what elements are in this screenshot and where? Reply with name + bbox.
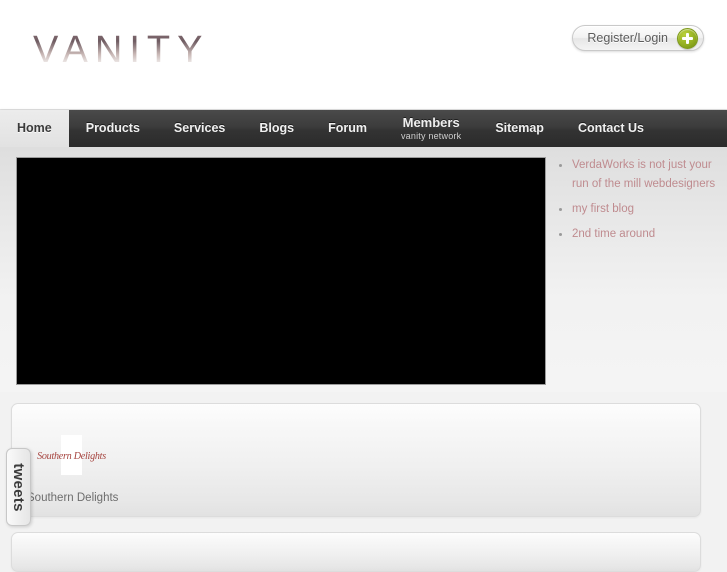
- site-logo[interactable]: VANITY: [33, 29, 209, 72]
- nav-item-label: Products: [85, 121, 140, 136]
- sidebar: VerdaWorks is not just your run of the m…: [558, 147, 718, 250]
- nav-item-home[interactable]: Home: [0, 110, 69, 147]
- main-navigation: Home Products Services Blogs Forum Members van…: [0, 110, 727, 147]
- southern-delights-logo[interactable]: Southern Delights: [37, 435, 106, 475]
- slider-region: VerdaWorks is not just your run of the m…: [0, 147, 727, 392]
- southern-delights-caption: Southern Delights: [27, 492, 119, 504]
- nav-item-sitemap[interactable]: Sitemap: [478, 110, 561, 147]
- plus-circle-icon: [677, 27, 698, 49]
- site-header: VANITY Register/Login: [0, 0, 727, 110]
- nav-item-forum[interactable]: Forum: [311, 110, 384, 147]
- blog-link[interactable]: 2nd time around: [558, 225, 718, 244]
- nav-item-label: Members: [402, 115, 460, 131]
- nav-item-services[interactable]: Services: [157, 110, 242, 147]
- blog-link[interactable]: VerdaWorks is not just your run of the m…: [558, 156, 718, 194]
- nav-item-label: Blogs: [259, 121, 295, 136]
- nav-item-label: Services: [173, 121, 226, 136]
- lower-panel: [11, 532, 701, 572]
- nav-item-label: Contact Us: [577, 121, 644, 136]
- tweets-tab[interactable]: tweets: [6, 448, 31, 526]
- page-root: VANITY Register/Login Home Products Servic…: [0, 0, 727, 572]
- main-content: VerdaWorks is not just your run of the m…: [0, 147, 727, 572]
- tweets-tab-label: tweets: [10, 462, 27, 512]
- nav-item-label: Home: [17, 121, 52, 136]
- nav-item-label: Sitemap: [495, 121, 544, 136]
- register-login-label: Register/Login: [587, 31, 668, 45]
- brands-panel: Southern Delights Southern Delights: [11, 403, 701, 517]
- recent-blogs-list: VerdaWorks is not just your run of the m…: [558, 147, 718, 244]
- nav-item-label: Forum: [328, 121, 367, 136]
- southern-delights-logo-text: Southern Delights: [37, 448, 106, 462]
- nav-item-contact-us[interactable]: Contact Us: [561, 110, 661, 147]
- nav-item-products[interactable]: Products: [69, 110, 157, 147]
- nav-item-sublabel: vanity network: [400, 130, 462, 141]
- flash-banner[interactable]: [16, 157, 546, 385]
- blog-link[interactable]: my first blog: [558, 200, 718, 219]
- nav-item-blogs[interactable]: Blogs: [242, 110, 311, 147]
- register-login-button[interactable]: Register/Login: [572, 25, 704, 51]
- nav-item-members[interactable]: Members vanity network: [384, 110, 478, 147]
